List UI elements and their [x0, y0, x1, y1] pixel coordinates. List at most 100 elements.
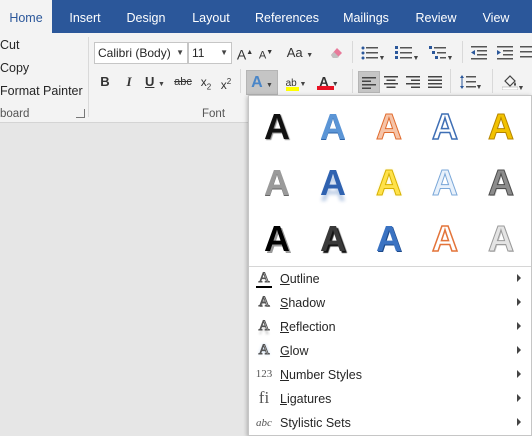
submenu-arrow-icon: [517, 322, 521, 330]
change-case-button[interactable]: Aa ▼: [284, 42, 316, 64]
justify-icon: [428, 76, 442, 88]
clipboard-dialog-launcher-icon[interactable]: [76, 109, 85, 118]
menu-item-number-styles[interactable]: 123 Number Styles: [249, 363, 531, 387]
menu-item-stylistic-sets[interactable]: abc Stylistic Sets: [249, 411, 531, 435]
menu-item-outline-label: Outline: [280, 272, 320, 286]
chevron-down-icon: ▼: [265, 82, 273, 89]
menu-item-shadow-label: Shadow: [280, 296, 326, 310]
menu-item-glow-label: Glow: [280, 344, 309, 358]
paint-bucket-icon: [501, 75, 518, 91]
ligatures-icon: fi: [258, 388, 270, 407]
text-effect-blue-bevel[interactable]: A: [361, 211, 417, 267]
text-effects-button[interactable]: A ▼: [246, 70, 278, 95]
grow-font-icon: A: [236, 46, 247, 63]
font-color-button[interactable]: A ▼: [314, 71, 344, 93]
tab-review[interactable]: Review: [409, 0, 463, 33]
group-divider: [240, 69, 241, 93]
font-color-swatch: [317, 86, 334, 90]
chevron-down-icon: ▼: [306, 52, 314, 59]
numbering-button[interactable]: ▼: [392, 42, 422, 64]
cut-button[interactable]: Cut: [0, 38, 19, 52]
menu-item-ligatures-label: Ligatures: [280, 392, 332, 406]
text-effect-blue-outline[interactable]: A: [417, 99, 473, 155]
submenu-arrow-icon: [517, 274, 521, 282]
menu-item-outline[interactable]: A Outline: [249, 267, 531, 291]
menu-item-reflection[interactable]: A Reflection: [249, 315, 531, 339]
text-effect-blue-reflection[interactable]: A: [305, 155, 361, 211]
chevron-down-icon: ▼: [517, 85, 525, 92]
shading-button[interactable]: ▼: [498, 71, 528, 93]
shadow-icon: A: [258, 294, 270, 311]
format-painter-button[interactable]: Format Painter: [0, 84, 83, 98]
highlighter-icon: ab: [285, 78, 300, 91]
increase-indent-button[interactable]: [494, 42, 516, 64]
underline-button[interactable]: U ▼: [142, 71, 168, 93]
highlight-color-swatch: [285, 87, 300, 91]
highlight-button[interactable]: ab ▼: [282, 71, 310, 93]
bullets-button[interactable]: ▼: [358, 42, 388, 64]
align-right-icon: [406, 76, 420, 88]
text-effect-gray-gradient[interactable]: A: [249, 155, 305, 211]
text-effect-black-shadow[interactable]: A: [249, 211, 305, 267]
menu-item-glow[interactable]: A Glow: [249, 339, 531, 363]
font-size-value: 11: [192, 46, 205, 60]
text-effect-gray-bevel[interactable]: A: [473, 155, 529, 211]
shrink-font-button[interactable]: A▼: [258, 42, 274, 64]
align-center-button[interactable]: [380, 71, 402, 93]
tab-insert[interactable]: Insert: [62, 0, 108, 33]
line-spacing-icon: [459, 75, 476, 89]
chevron-down-icon: ▼: [220, 48, 228, 57]
stylistic-sets-icon: abc: [256, 417, 272, 429]
text-effect-orange-white[interactable]: A: [417, 211, 473, 267]
group-divider: [450, 69, 451, 93]
chevron-down-icon: ▼: [412, 55, 420, 62]
text-effect-light-blue-outline[interactable]: A: [417, 155, 473, 211]
text-effect-silver[interactable]: A: [473, 211, 529, 267]
number-styles-icon: 123: [255, 368, 273, 380]
text-effect-orange-outline[interactable]: A: [361, 99, 417, 155]
glow-icon: A: [258, 342, 270, 359]
tab-layout[interactable]: Layout: [185, 0, 237, 33]
italic-button[interactable]: I: [120, 71, 138, 93]
numbering-icon: [394, 46, 412, 59]
decrease-indent-button[interactable]: [468, 42, 490, 64]
superscript-button[interactable]: x2: [218, 71, 234, 93]
text-effect-yellow-glow[interactable]: A: [361, 155, 417, 211]
subscript-button[interactable]: x2: [198, 71, 214, 93]
bold-button[interactable]: B: [96, 71, 114, 93]
tab-references[interactable]: References: [250, 0, 324, 33]
strikethrough-button[interactable]: abc: [172, 71, 194, 93]
chevron-down-icon: ▼: [299, 81, 307, 88]
chevron-down-icon: ▼: [446, 55, 454, 62]
tab-home[interactable]: Home: [0, 0, 52, 33]
menu-item-shadow[interactable]: A Shadow: [249, 291, 531, 315]
font-name-box[interactable]: Calibri (Body) ▼: [94, 42, 188, 64]
line-spacing-button[interactable]: ▼: [456, 71, 486, 93]
grow-font-button[interactable]: A▲: [236, 42, 254, 64]
text-effects-icon: A: [251, 74, 263, 91]
ribbon-tab-bar: Home Insert Design Layout References Mai…: [0, 0, 532, 33]
multilevel-list-button[interactable]: ▼: [426, 42, 456, 64]
copy-button[interactable]: Copy: [0, 61, 29, 75]
text-effect-dark-shadow[interactable]: A: [305, 211, 361, 267]
tab-mailings[interactable]: Mailings: [335, 0, 397, 33]
submenu-arrow-icon: [517, 370, 521, 378]
font-size-box[interactable]: 11 ▼: [188, 42, 232, 64]
text-effect-gold-fill[interactable]: A: [473, 99, 529, 155]
subscript-mark: 2: [206, 82, 212, 92]
clear-formatting-button[interactable]: [326, 42, 346, 64]
submenu-arrow-icon: [517, 346, 521, 354]
justify-button[interactable]: [424, 71, 446, 93]
decrease-indent-icon: [471, 46, 487, 60]
menu-item-reflection-label: Reflection: [280, 320, 336, 334]
sort-button[interactable]: [520, 42, 532, 64]
font-name-value: Calibri (Body): [98, 46, 171, 60]
menu-item-ligatures[interactable]: fi Ligatures: [249, 387, 531, 411]
align-left-button[interactable]: [358, 71, 380, 93]
tab-design[interactable]: Design: [120, 0, 172, 33]
align-left-icon: [362, 77, 376, 89]
text-effect-black-fill[interactable]: A: [249, 99, 305, 155]
text-effect-blue-gradient[interactable]: A: [305, 99, 361, 155]
align-right-button[interactable]: [402, 71, 424, 93]
tab-view[interactable]: View: [475, 0, 517, 33]
